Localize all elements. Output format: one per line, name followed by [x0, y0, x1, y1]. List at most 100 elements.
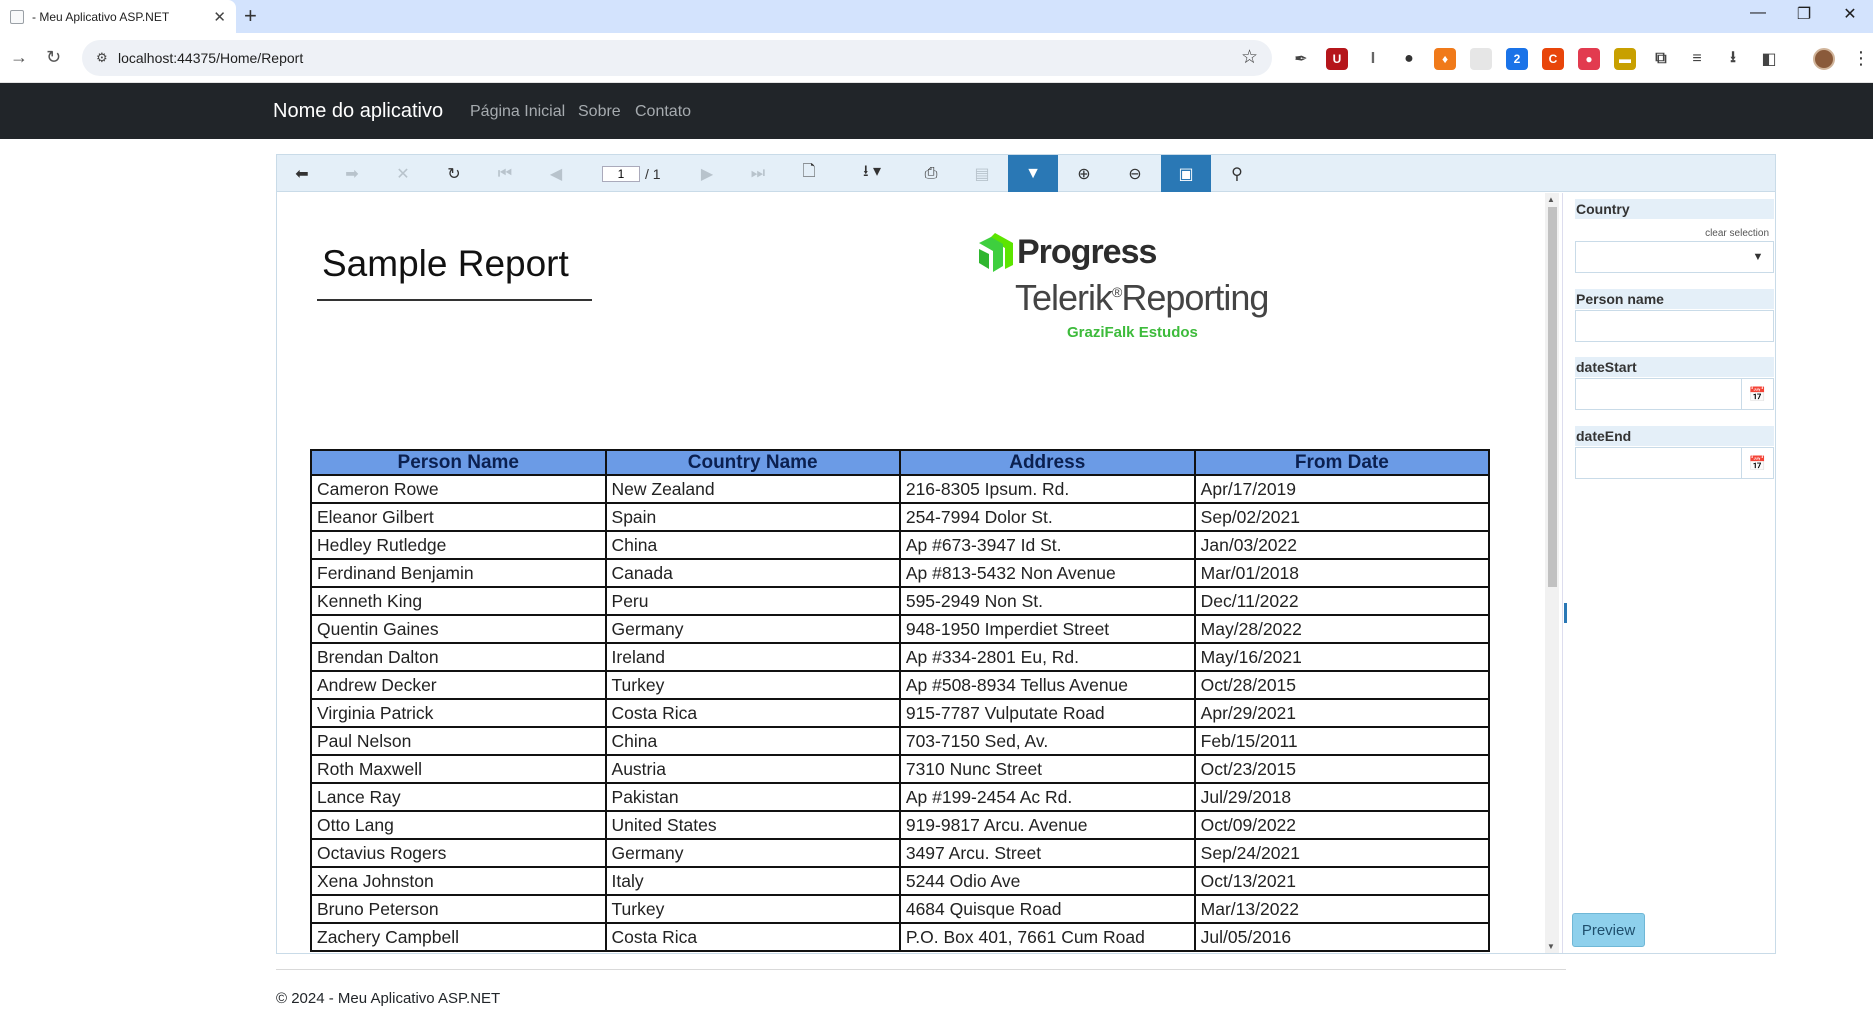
- toggle-zoom-mode-icon[interactable]: ▣: [1161, 155, 1211, 192]
- report-viewer: ⬅ ➡ ✕ ↻ ⏮ ◀ / 1 ▶ ⏭ 🗋 ⭳ ▾ ⎙ ▤ ▼ ⊕ ⊖ ▣ ⚲ …: [276, 154, 1776, 954]
- fire-ext-icon[interactable]: ♦: [1434, 48, 1456, 70]
- navigate-forward-icon[interactable]: ➡: [327, 155, 377, 192]
- print-icon[interactable]: ⎙: [906, 155, 956, 192]
- column-header: Person Name: [310, 449, 607, 476]
- calendar-icon[interactable]: 📅: [1741, 448, 1773, 478]
- table-row: Quentin Gaines Germany 948-1950 Imperdiet …: [310, 614, 1491, 644]
- preview-button[interactable]: Preview: [1572, 913, 1645, 947]
- refresh-report-icon[interactable]: ↻: [429, 155, 479, 192]
- table-cell: Apr/29/2021: [1193, 698, 1491, 728]
- puzzle-icon[interactable]: ⧉: [1650, 48, 1672, 70]
- table-cell: Turkey: [604, 670, 901, 700]
- next-page-icon[interactable]: ▶: [682, 155, 732, 192]
- table-body: Cameron Rowe New Zealand 216-8305 Ipsum. R…: [310, 474, 1491, 952]
- folder-ext-icon[interactable]: ▬: [1614, 48, 1636, 70]
- italic-ext-icon[interactable]: I: [1362, 48, 1384, 70]
- table-cell: Canada: [604, 558, 901, 588]
- number-ext-icon[interactable]: 2: [1506, 48, 1528, 70]
- table-cell: P.O. Box 401, 7661 Cum Road: [898, 922, 1196, 952]
- pets-ext-icon[interactable]: ●: [1398, 48, 1420, 70]
- browser-tab[interactable]: - Meu Aplicativo ASP.NET ✕: [0, 0, 236, 33]
- nav-link-about[interactable]: Sobre: [578, 103, 621, 121]
- table-row: Eleanor Gilbert Spain 254-7994 Dolor St. Se…: [310, 502, 1491, 532]
- country-select[interactable]: ▼: [1575, 241, 1774, 273]
- stop-rendering-icon[interactable]: ✕: [378, 155, 428, 192]
- previous-page-icon[interactable]: ◀: [531, 155, 581, 192]
- table-cell: Dec/11/2022: [1193, 586, 1491, 616]
- calendar-icon[interactable]: 📅: [1741, 379, 1773, 409]
- person-name-input[interactable]: [1575, 310, 1774, 342]
- table-row: Lance Ray Pakistan Ap #199-2454 Ac Rd. Jul/…: [310, 782, 1491, 812]
- table-header-row: Person Name Country Name Address From Date: [310, 449, 1491, 476]
- date-end-field[interactable]: 📅: [1575, 447, 1774, 479]
- eyedropper-icon[interactable]: ✒: [1290, 48, 1312, 70]
- param-person-label: Person name: [1575, 289, 1774, 309]
- minimize-icon[interactable]: —: [1747, 4, 1769, 24]
- table-cell: Ap #813-5432 Non Avenue: [898, 558, 1196, 588]
- table-cell: Ireland: [604, 642, 901, 672]
- nav-link-contact[interactable]: Contato: [635, 103, 691, 121]
- close-tab-icon[interactable]: ✕: [213, 8, 226, 26]
- table-cell: Mar/13/2022: [1193, 894, 1491, 924]
- reload-icon[interactable]: ↻: [46, 47, 61, 68]
- close-window-icon[interactable]: ✕: [1839, 4, 1861, 24]
- table-cell: Ferdinand Benjamin: [310, 558, 607, 588]
- table-cell: Octavius Rogers: [310, 838, 607, 868]
- table-cell: 703-7150 Sed, Av.: [898, 726, 1196, 756]
- table-cell: Oct/23/2015: [1193, 754, 1491, 784]
- print-preview-icon[interactable]: 🗋: [784, 155, 834, 192]
- table-cell: Pakistan: [604, 782, 901, 812]
- progress-logo-icon: [979, 233, 1013, 272]
- sidepanel-icon[interactable]: ◧: [1758, 48, 1780, 70]
- logo-subtitle: GraziFalk Estudos: [1067, 324, 1198, 341]
- browser-menu-icon[interactable]: ⋮: [1852, 48, 1870, 69]
- search-icon[interactable]: ⚲: [1212, 155, 1262, 192]
- red-circle-ext-icon[interactable]: ●: [1578, 48, 1600, 70]
- table-cell: Cameron Rowe: [310, 474, 607, 504]
- blank-ext-icon[interactable]: [1470, 48, 1492, 70]
- download-icon[interactable]: ⭳: [1722, 48, 1744, 70]
- table-cell: Brendan Dalton: [310, 642, 607, 672]
- table-cell: Jul/29/2018: [1193, 782, 1491, 812]
- table-cell: Costa Rica: [604, 922, 901, 952]
- site-brand[interactable]: Nome do aplicativo: [273, 100, 443, 123]
- scroll-up-icon[interactable]: ▲: [1547, 195, 1555, 204]
- restore-icon[interactable]: ❐: [1793, 4, 1815, 24]
- parameters-splitter[interactable]: [1562, 193, 1568, 953]
- profile-avatar[interactable]: [1813, 48, 1835, 70]
- splitter-grip[interactable]: [1564, 603, 1567, 623]
- navigate-back-icon[interactable]: ⬅: [277, 155, 327, 192]
- new-tab-icon[interactable]: +: [244, 3, 257, 29]
- table-cell: 595-2949 Non St.: [898, 586, 1196, 616]
- first-page-icon[interactable]: ⏮: [480, 155, 530, 192]
- report-scrollbar[interactable]: ▲ ▼: [1545, 193, 1559, 953]
- address-bar[interactable]: ⚙ localhost:44375/Home/Report ☆: [82, 40, 1272, 76]
- zoom-in-icon[interactable]: ⊕: [1059, 155, 1109, 192]
- media-icon[interactable]: ≡: [1686, 48, 1708, 70]
- ublock-icon[interactable]: U: [1326, 48, 1348, 70]
- c-ext-icon[interactable]: C: [1542, 48, 1564, 70]
- tab-title: - Meu Aplicativo ASP.NET: [32, 9, 170, 24]
- table-cell: New Zealand: [604, 474, 901, 504]
- telerik-reporting-logo: Progress Telerik®Reporting GraziFalk Est…: [977, 233, 1297, 343]
- chevron-down-icon[interactable]: ▼: [1743, 242, 1773, 272]
- clear-selection-link[interactable]: clear selection: [1705, 228, 1769, 239]
- export-dropdown-icon[interactable]: ⭳ ▾: [837, 155, 907, 192]
- table-cell: 3497 Arcu. Street: [898, 838, 1196, 868]
- last-page-icon[interactable]: ⏭: [733, 155, 783, 192]
- bookmark-star-icon[interactable]: ☆: [1241, 46, 1258, 69]
- back-icon[interactable]: →: [10, 47, 28, 68]
- table-cell: Germany: [604, 838, 901, 868]
- table-cell: Italy: [604, 866, 901, 896]
- page-number-input[interactable]: [602, 166, 640, 182]
- table-cell: Sep/24/2021: [1193, 838, 1491, 868]
- zoom-out-icon[interactable]: ⊖: [1110, 155, 1160, 192]
- document-map-icon[interactable]: ▤: [957, 155, 1007, 192]
- date-start-field[interactable]: 📅: [1575, 378, 1774, 410]
- table-row: Hedley Rutledge China Ap #673-3947 Id St. J…: [310, 530, 1491, 560]
- nav-link-home[interactable]: Página Inicial: [470, 103, 565, 121]
- scroll-down-icon[interactable]: ▼: [1547, 942, 1555, 951]
- scrollbar-thumb[interactable]: [1548, 207, 1557, 587]
- toggle-parameters-icon[interactable]: ▼: [1008, 155, 1058, 192]
- site-info-icon[interactable]: ⚙: [96, 50, 108, 66]
